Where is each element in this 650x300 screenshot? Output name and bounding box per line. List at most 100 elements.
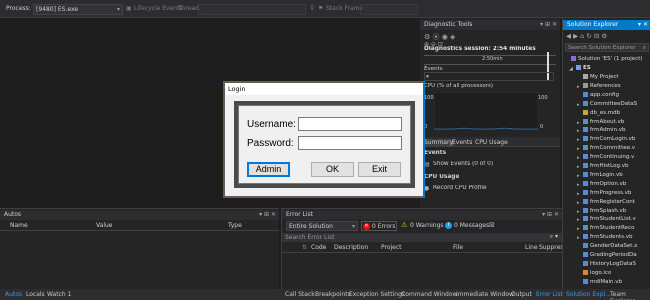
solution-tree-item[interactable]: frmLogin.vb bbox=[583, 171, 623, 178]
solution-node[interactable]: Solution 'ES' (1 project) bbox=[571, 56, 643, 62]
scope-dropdown[interactable]: Entire Solution ▾ bbox=[286, 221, 358, 231]
col-project[interactable]: Project bbox=[381, 244, 402, 251]
pin-close-icons[interactable]: ▾ ⊞ ✕ bbox=[259, 211, 276, 218]
sort-icon[interactable]: ⇅ bbox=[302, 244, 307, 251]
admin-button[interactable]: Admin bbox=[247, 162, 290, 177]
solution-tree-item[interactable]: mdiMain.vb bbox=[583, 278, 622, 285]
solution-tree-item[interactable]: GradingPeriodDa bbox=[583, 252, 637, 258]
expand-arrow-icon[interactable]: ▸ bbox=[577, 155, 580, 161]
solution-tree-item[interactable]: frmSplash.vb bbox=[583, 207, 626, 214]
solution-tree-item[interactable]: frmStudents.vb bbox=[583, 234, 632, 240]
lifecycle-icon[interactable]: ▣ bbox=[126, 5, 132, 12]
solution-tree-item[interactable]: frmOption.vb bbox=[583, 180, 626, 187]
solution-tree-item[interactable]: frmComLogin.vb bbox=[583, 136, 635, 142]
expand-arrow-icon[interactable]: ▸ bbox=[577, 128, 580, 134]
solution-tree-item[interactable]: app.config bbox=[583, 91, 619, 98]
pin-close-icons[interactable]: ▾ ⊞ ✕ bbox=[540, 21, 557, 28]
solution-tree-item[interactable]: frmAbout.vb bbox=[583, 118, 624, 125]
col-description[interactable]: Description bbox=[334, 244, 368, 251]
expand-arrow-icon[interactable]: ▸ bbox=[577, 146, 580, 152]
search-icon[interactable]: ⌕ bbox=[643, 44, 646, 52]
expand-arrow-icon[interactable]: ▸ bbox=[577, 200, 580, 206]
search-icon[interactable]: ⌕ ▾ bbox=[550, 233, 558, 241]
filter-icon[interactable]: ⊽ bbox=[310, 5, 314, 12]
autos-col-value[interactable]: Value bbox=[96, 222, 112, 229]
expand-arrow-icon[interactable]: ▸ bbox=[577, 102, 580, 108]
pin-close-icons[interactable]: ▾ ⊞ ✕ bbox=[542, 211, 559, 218]
expand-arrow-icon[interactable]: ▸ bbox=[577, 182, 580, 188]
solution-tree-item[interactable]: References bbox=[583, 82, 621, 89]
solution-toolbar-icons[interactable]: ◀ ▶ ⌂ ↻ ⊟ ⚙ bbox=[566, 32, 607, 40]
password-input[interactable] bbox=[298, 136, 402, 150]
stack-frame-dropdown[interactable] bbox=[360, 4, 418, 15]
autos-col-name[interactable]: Name bbox=[10, 222, 28, 229]
expand-arrow-icon[interactable]: ▸ bbox=[577, 137, 580, 143]
expand-arrow-icon[interactable]: ▸ bbox=[577, 217, 580, 223]
expand-arrow-icon[interactable]: ◢ bbox=[569, 66, 573, 72]
solution-tree-item[interactable]: frmStudentReco bbox=[583, 225, 634, 231]
solution-search-input[interactable]: Search Solution Explorer ( ⌕ bbox=[565, 43, 649, 52]
tab-call-stack[interactable]: Call Stack bbox=[285, 291, 315, 298]
expand-arrow-icon[interactable]: ▸ bbox=[577, 84, 580, 90]
solution-tree-item[interactable]: CommitteeDataS bbox=[583, 100, 637, 107]
tab-command-window[interactable]: Command Window bbox=[401, 291, 457, 298]
solution-tree-item[interactable]: My Project bbox=[583, 74, 619, 80]
tab-error-list[interactable]: Error List bbox=[536, 291, 563, 298]
solution-tree-item[interactable]: frmProgress.vb bbox=[583, 189, 631, 196]
expand-arrow-icon[interactable]: ▸ bbox=[577, 226, 580, 232]
error-search-input[interactable]: Search Error List ⌕ ▾ bbox=[282, 233, 562, 242]
solution-tree-item[interactable]: frmRegisterCont bbox=[583, 198, 635, 205]
autos-header: Autos ▾ ⊞ ✕ bbox=[0, 210, 279, 220]
solution-tree-item[interactable]: HistoryLogDataS bbox=[583, 260, 636, 267]
thread-dropdown[interactable] bbox=[198, 4, 306, 15]
ok-button[interactable]: OK bbox=[311, 162, 354, 177]
tab-breakpoints[interactable]: Breakpoints bbox=[315, 291, 351, 298]
solution-tree-item[interactable]: logo.ico bbox=[583, 269, 611, 276]
login-title-bar[interactable]: Login bbox=[225, 83, 423, 95]
expand-arrow-icon[interactable]: ▸ bbox=[577, 209, 580, 215]
tab-solution-explorer[interactable]: Solution Expl... bbox=[566, 291, 611, 298]
col-file[interactable]: File bbox=[453, 244, 463, 251]
tab-cpu-usage[interactable]: CPU Usage bbox=[475, 139, 508, 146]
tab-events[interactable]: Events bbox=[452, 139, 472, 146]
expand-arrow-icon[interactable]: ▸ bbox=[577, 235, 580, 241]
warnings-count[interactable]: 0 Warnings bbox=[410, 222, 444, 229]
errors-filter-button[interactable]: ✕ 0 Errors bbox=[361, 221, 397, 231]
record-cpu-profile-link[interactable]: Record CPU Profile bbox=[433, 185, 487, 191]
solution-tree-item[interactable]: frmAdmin.vb bbox=[583, 127, 625, 133]
process-value: [9480] ES.exe bbox=[36, 6, 79, 13]
solution-tree-item[interactable]: frmStudentList.v bbox=[583, 216, 636, 222]
tab-locals[interactable]: Locals bbox=[26, 291, 45, 298]
expand-arrow-icon[interactable]: ▸ bbox=[577, 191, 580, 197]
solution-tree-item[interactable]: frmCommittee.v bbox=[583, 145, 635, 151]
lifecycle-events-label[interactable]: Lifecycle Events bbox=[134, 5, 183, 12]
project-node[interactable]: ES bbox=[576, 65, 591, 71]
col-suppression[interactable]: Suppres bbox=[539, 244, 562, 251]
tab-watch-1[interactable]: Watch 1 bbox=[47, 291, 71, 298]
tab-summary[interactable]: Summary bbox=[422, 139, 455, 146]
show-events-link[interactable]: Show Events (0 of 0) bbox=[433, 161, 493, 167]
close-icon[interactable]: ▾ ✕ bbox=[638, 21, 648, 28]
expand-arrow-icon[interactable]: ▸ bbox=[577, 173, 580, 179]
expand-arrow-icon[interactable]: ▸ bbox=[577, 120, 580, 126]
exit-button[interactable]: Exit bbox=[358, 162, 401, 177]
username-input[interactable] bbox=[298, 117, 402, 131]
messages-count[interactable]: 0 Messages bbox=[454, 222, 489, 229]
tab-immediate-window[interactable]: Immediate Window bbox=[456, 291, 514, 298]
col-line[interactable]: Line bbox=[525, 244, 538, 251]
process-label: Process: bbox=[6, 5, 31, 12]
autos-col-type[interactable]: Type bbox=[228, 222, 242, 229]
build-filter-icon[interactable]: ⊠ bbox=[489, 221, 495, 229]
flag-icon[interactable]: ⚑ bbox=[318, 5, 323, 12]
tab-autos[interactable]: Autos bbox=[5, 291, 22, 298]
col-code[interactable]: Code bbox=[311, 244, 326, 251]
solution-tree-item[interactable]: frmContinuing.v bbox=[583, 154, 634, 160]
expand-arrow-icon[interactable]: ▸ bbox=[577, 164, 580, 170]
solution-tree-item[interactable]: db_es.mdb bbox=[583, 109, 620, 116]
tab-output[interactable]: Output bbox=[511, 291, 532, 298]
solution-tree-item[interactable]: GenderDataSet.x bbox=[583, 243, 637, 249]
tab-team-explorer[interactable]: Team Explorer bbox=[610, 291, 650, 300]
tab-exception-settings[interactable]: Exception Settings bbox=[349, 291, 405, 298]
process-dropdown[interactable]: [9480] ES.exe ▾ bbox=[33, 4, 123, 15]
solution-tree-item[interactable]: frmHistLog.vb bbox=[583, 163, 628, 169]
